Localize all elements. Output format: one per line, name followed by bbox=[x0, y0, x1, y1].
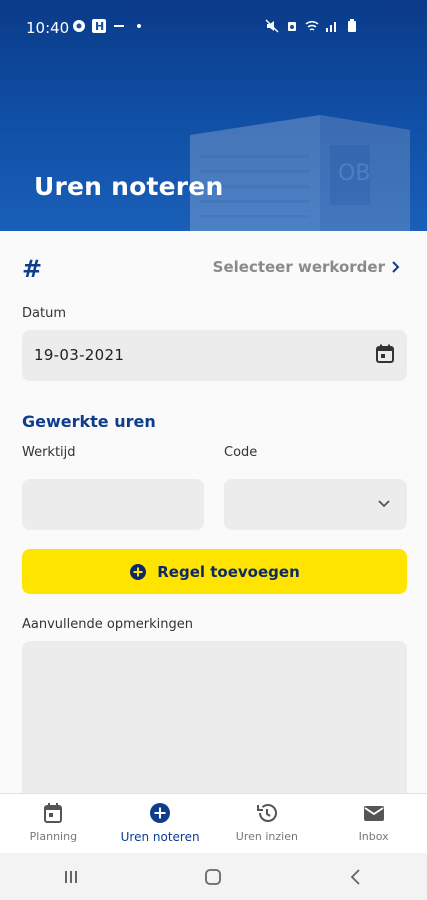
date-value: 19-03-2021 bbox=[34, 346, 125, 364]
wifi-icon bbox=[305, 20, 319, 31]
date-label: Datum bbox=[22, 306, 66, 321]
nav-label-planning: Planning bbox=[29, 830, 78, 843]
remarks-label: Aanvullende opmerkingen bbox=[22, 617, 193, 632]
add-circle-icon bbox=[130, 563, 147, 580]
worktime-input[interactable] bbox=[22, 479, 204, 530]
nav-label-uren-noteren: Uren noteren bbox=[120, 830, 200, 844]
recent-apps-icon[interactable] bbox=[61, 867, 81, 887]
calendar-icon[interactable] bbox=[375, 344, 395, 364]
dot-icon bbox=[137, 24, 141, 28]
remarks-textarea[interactable] bbox=[22, 641, 407, 793]
nav-item-inbox[interactable]: Inbox bbox=[320, 794, 427, 853]
history-icon bbox=[256, 804, 277, 822]
mute-icon bbox=[265, 19, 279, 33]
back-icon[interactable] bbox=[346, 867, 366, 887]
building-background-image: OB bbox=[190, 115, 410, 231]
status-bar: 10:40 H bbox=[0, 0, 427, 56]
date-field[interactable]: 19-03-2021 bbox=[22, 330, 407, 381]
add-circle-icon bbox=[150, 803, 171, 823]
code-label: Code bbox=[224, 445, 258, 460]
mail-icon bbox=[363, 806, 384, 821]
nav-label-inbox: Inbox bbox=[358, 830, 389, 843]
form-content: # Selecteer werkorder Datum 19-03-2021 G… bbox=[0, 231, 427, 793]
add-line-button[interactable]: Regel toevoegen bbox=[22, 549, 407, 594]
bottom-navigation: Planning Uren noteren Uren inzien Inbox bbox=[0, 793, 427, 853]
code-select[interactable] bbox=[224, 479, 407, 530]
alarm-icon bbox=[288, 22, 296, 31]
chevron-right-icon bbox=[392, 261, 400, 273]
dash-icon bbox=[114, 25, 124, 27]
page-title: Uren noteren bbox=[34, 172, 224, 201]
calendar-icon bbox=[44, 803, 63, 823]
nav-item-planning[interactable]: Planning bbox=[0, 794, 107, 853]
chevron-down-icon bbox=[378, 500, 390, 508]
worktime-label: Werktijd bbox=[22, 445, 76, 460]
header: OB 10:40 H Uren noteren bbox=[0, 0, 427, 231]
select-workorder-link[interactable]: Selecteer werkorder bbox=[213, 258, 401, 276]
nav-label-uren-inzien: Uren inzien bbox=[235, 830, 298, 843]
system-navigation-bar bbox=[0, 853, 427, 900]
home-icon[interactable] bbox=[203, 867, 223, 887]
add-line-label: Regel toevoegen bbox=[157, 562, 300, 581]
nav-item-uren-noteren[interactable]: Uren noteren bbox=[107, 794, 214, 853]
signal-icon bbox=[326, 22, 336, 32]
svg-text:H: H bbox=[95, 20, 104, 33]
h-badge-icon: H bbox=[92, 19, 106, 33]
workorder-hash: # bbox=[22, 255, 43, 283]
worked-hours-title: Gewerkte uren bbox=[22, 412, 156, 431]
nav-item-uren-inzien[interactable]: Uren inzien bbox=[214, 794, 321, 853]
battery-icon bbox=[348, 19, 356, 32]
svg-text:OB: OB bbox=[338, 161, 370, 186]
status-time: 10:40 bbox=[26, 19, 70, 37]
soccer-icon bbox=[73, 20, 85, 32]
select-workorder-label: Selecteer werkorder bbox=[212, 258, 385, 276]
